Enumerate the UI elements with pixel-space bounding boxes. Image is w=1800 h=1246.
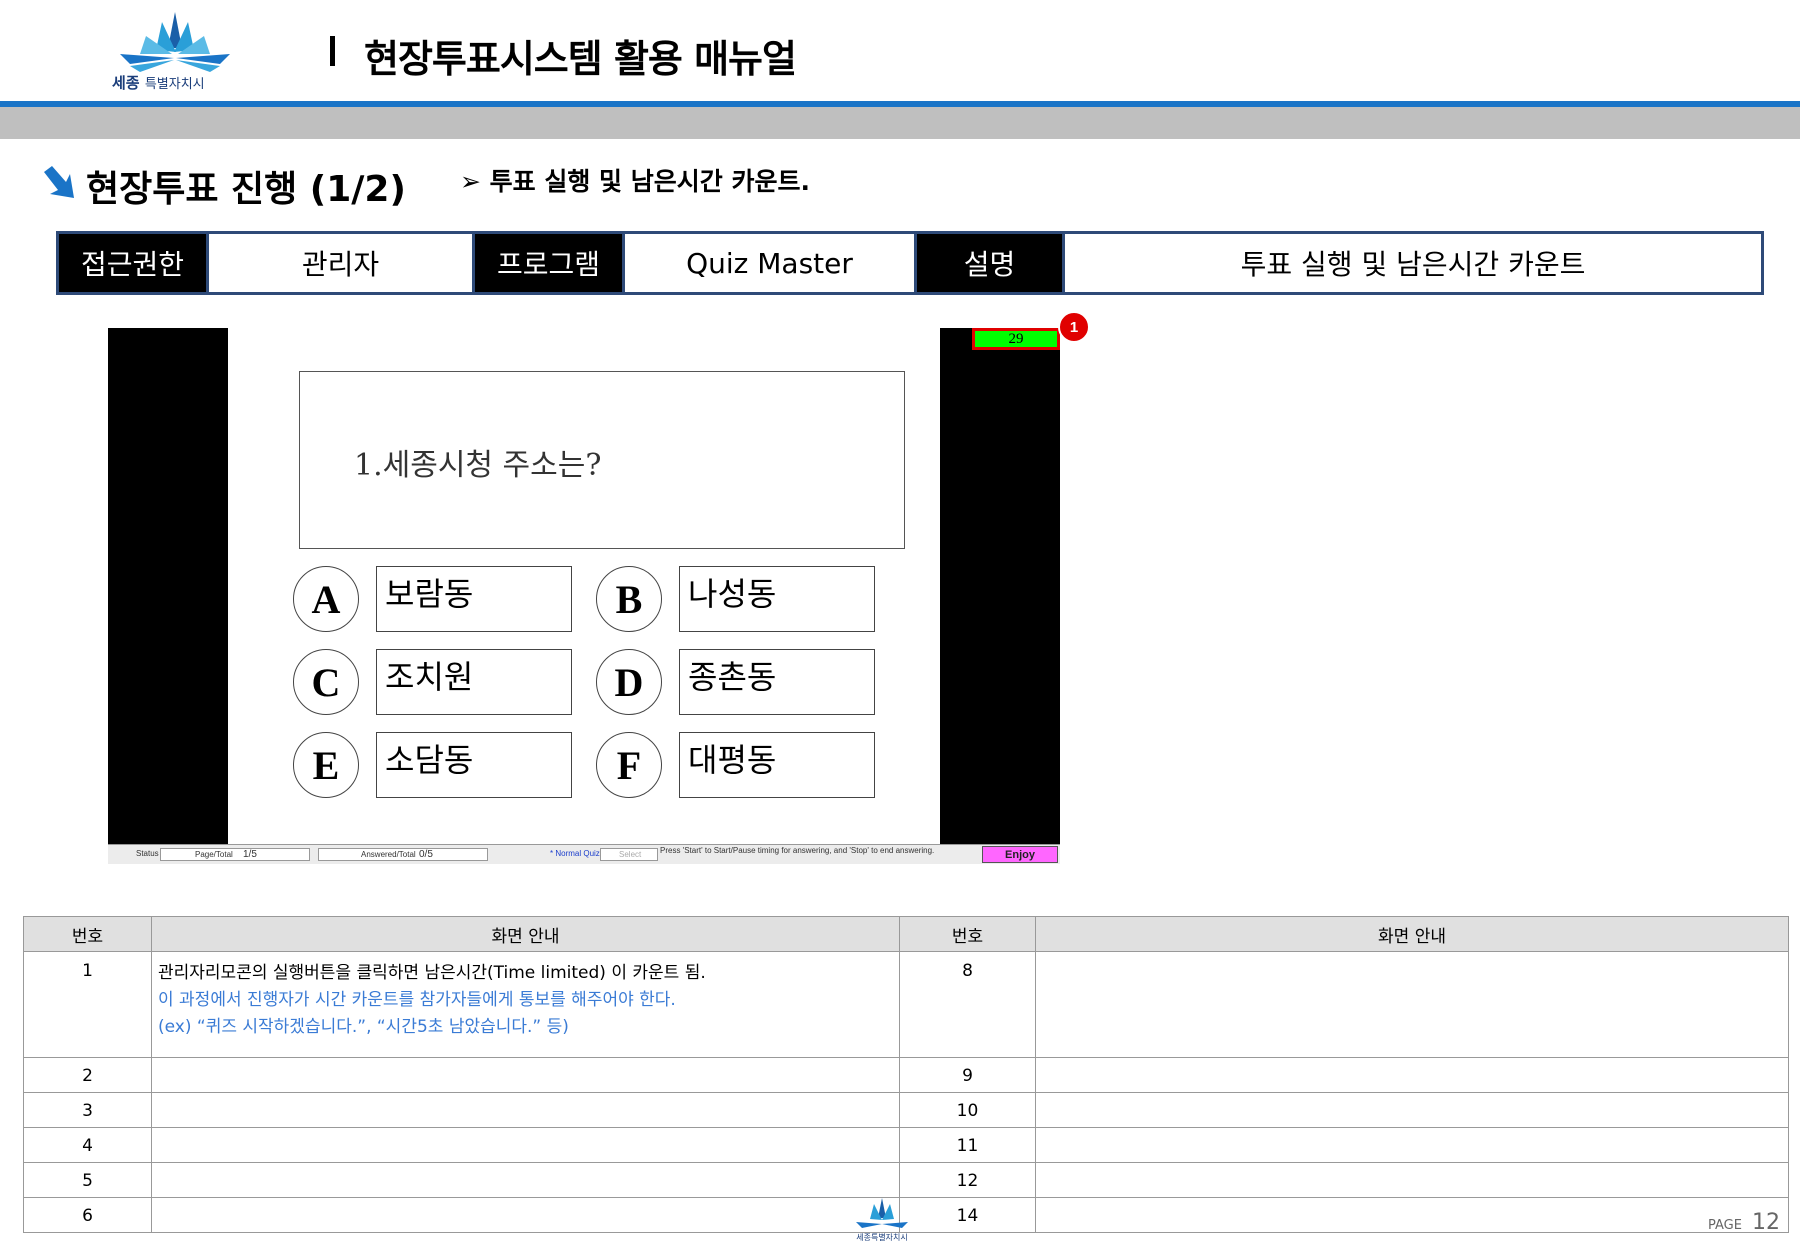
info-bar: 접근권한 관리자 프로그램 Quiz Master 설명 투표 실행 및 남은시… <box>56 231 1764 295</box>
table-row: 2 9 <box>23 1057 1789 1093</box>
row-description <box>151 1127 900 1163</box>
description-note-line: 이 과정에서 진행자가 시간 카운트를 참가자들에게 통보를 해주어야 한다. <box>158 990 676 1010</box>
question-text: 1.세종시청 주소는? <box>354 448 602 483</box>
column-header: 번호 <box>23 916 152 952</box>
row-number: 10 <box>899 1092 1036 1128</box>
row-description: 관리자리모콘의 실행버튼을 클릭하면 남은시간(Time limited) 이 … <box>151 951 900 1058</box>
header-gray-band <box>0 107 1800 139</box>
option-f-text[interactable]: 대평동 <box>679 732 875 798</box>
row-description <box>151 1162 900 1198</box>
access-value: 관리자 <box>209 234 475 292</box>
logo-main-text: 세종 <box>112 74 140 92</box>
access-label: 접근권한 <box>59 234 209 292</box>
row-description <box>151 1092 900 1128</box>
description-value: 투표 실행 및 남은시간 카운트 <box>1240 248 1586 281</box>
svg-text:세종특별자치시: 세종특별자치시 <box>856 1232 908 1242</box>
quiz-left-panel <box>108 328 228 844</box>
enjoy-button[interactable]: Enjoy <box>982 846 1058 863</box>
option-c-text[interactable]: 조치원 <box>376 649 572 715</box>
quiz-right-panel <box>940 328 1060 844</box>
footer-logo-icon: 세종특별자치시 <box>856 1198 908 1242</box>
row-number: 2 <box>23 1057 152 1093</box>
column-header: 화면 안내 <box>1035 916 1789 952</box>
row-description <box>1035 1127 1789 1163</box>
option-e-letter[interactable]: E <box>293 732 359 798</box>
table-row: 3 10 <box>23 1092 1789 1128</box>
option-e-text[interactable]: 소담동 <box>376 732 572 798</box>
page-number: 12 <box>1752 1210 1780 1235</box>
option-b-text[interactable]: 나성동 <box>679 566 875 632</box>
program-value: Quiz Master <box>625 234 917 292</box>
status-hint: Press 'Start' to Start/Pause timing for … <box>660 846 935 855</box>
table-row: 1 관리자리모콘의 실행버튼을 클릭하면 남은시간(Time limited) … <box>23 951 1789 1058</box>
option-a-letter[interactable]: A <box>293 566 359 632</box>
title-divider <box>330 36 335 66</box>
logo-text: 세종 특별자치시 <box>112 72 205 93</box>
callout-badge: 1 <box>1058 311 1090 343</box>
timer-display: 29 <box>972 328 1060 350</box>
row-number: 12 <box>899 1162 1036 1198</box>
table-row: 4 11 <box>23 1127 1789 1163</box>
program-label: 프로그램 <box>475 234 625 292</box>
quiz-screen: 29 1 1.세종시청 주소는? A 보람동 B 나성동 C 조치원 D 종촌동… <box>108 311 1090 864</box>
option-d-letter[interactable]: D <box>596 649 662 715</box>
page-title: 현장투표시스템 활용 매뉴얼 <box>364 37 797 81</box>
quiz-status-bar: Status Page/Total 1/5 Answered/Total 0/5… <box>108 844 1060 864</box>
option-d-text[interactable]: 종촌동 <box>679 649 875 715</box>
option-b-letter[interactable]: B <box>596 566 662 632</box>
page-total-value: 1/5 <box>243 849 257 860</box>
row-number: 14 <box>899 1197 1036 1233</box>
row-description <box>1035 1057 1789 1093</box>
description-example-line: (ex) “퀴즈 시작하겠습니다.”, “시간5초 남았습니다.” 등) <box>158 1017 569 1037</box>
row-number: 3 <box>23 1092 152 1128</box>
row-number: 11 <box>899 1127 1036 1163</box>
row-number: 8 <box>899 951 1036 1058</box>
description-line: 관리자리모콘의 실행버튼을 클릭하면 남은시간(Time limited) 이 … <box>158 963 706 983</box>
column-header: 번호 <box>899 916 1036 952</box>
answered-total-value: 0/5 <box>419 849 433 860</box>
row-number: 5 <box>23 1162 152 1198</box>
row-number: 1 <box>23 951 152 1058</box>
row-description <box>1035 951 1789 1058</box>
option-c-letter[interactable]: C <box>293 649 359 715</box>
select-button[interactable]: Select <box>600 848 658 861</box>
option-f-letter[interactable]: F <box>596 732 662 798</box>
option-a-text[interactable]: 보람동 <box>376 566 572 632</box>
guide-table: 번호 화면 안내 번호 화면 안내 1 관리자리모콘의 실행버튼을 클릭하면 남… <box>23 916 1789 1233</box>
page-label: PAGE <box>1708 1218 1742 1233</box>
description-label: 설명 <box>917 234 1065 292</box>
section-subtitle: ➢ 투표 실행 및 남은시간 카운트. <box>460 167 810 196</box>
row-description <box>1035 1092 1789 1128</box>
logo-sub-text: 특별자치시 <box>144 77 205 92</box>
answered-total-label: Answered/Total <box>361 850 416 859</box>
row-number: 9 <box>899 1057 1036 1093</box>
page-total-field: Page/Total 1/5 <box>160 848 310 861</box>
row-description <box>1035 1197 1789 1233</box>
question-box: 1.세종시청 주소는? <box>299 371 905 549</box>
column-header: 화면 안내 <box>151 916 900 952</box>
answered-total-field: Answered/Total 0/5 <box>318 848 488 861</box>
row-description <box>1035 1162 1789 1198</box>
quiz-mode: * Normal Quiz <box>550 849 600 858</box>
section-title: 현장투표 진행 (1/2) <box>86 169 406 210</box>
row-number: 6 <box>23 1197 152 1233</box>
status-label: Status <box>136 849 159 858</box>
table-header-row: 번호 화면 안내 번호 화면 안내 <box>23 916 1789 952</box>
page-total-label: Page/Total <box>195 850 233 859</box>
arrow-down-right-icon <box>44 166 74 198</box>
row-description <box>151 1197 900 1233</box>
table-row: 5 12 <box>23 1162 1789 1198</box>
row-description <box>151 1057 900 1093</box>
row-number: 4 <box>23 1127 152 1163</box>
